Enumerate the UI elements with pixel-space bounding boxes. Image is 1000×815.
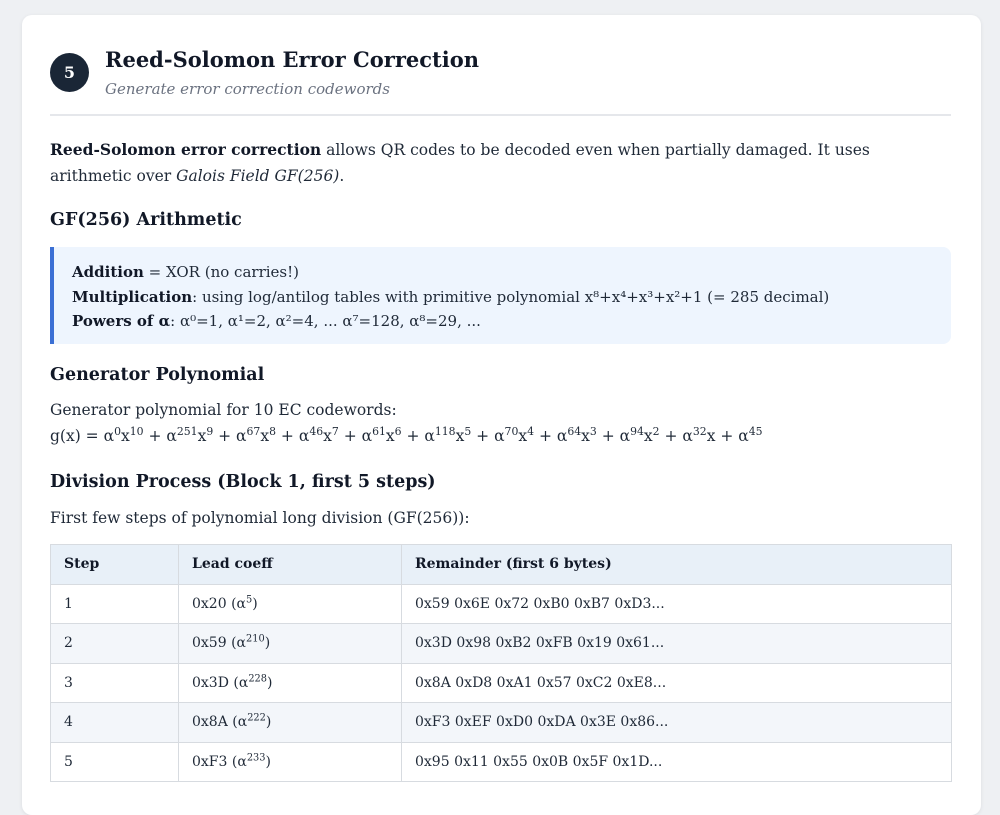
cell-step: 4 (50, 702, 179, 743)
arith-text: : using log/antilog tables with primitiv… (192, 287, 830, 306)
col-header-remainder: Remainder (first 6 bytes) (401, 544, 952, 585)
arith-label: Addition (72, 263, 144, 281)
table-row: 5 0xF3 (α233) 0x95 0x11 0x55 0x0B 0x5F 0x1… (50, 741, 952, 782)
arith-text: = XOR (no carries!) (143, 263, 299, 281)
table-row: 4 0x8A (α222) 0xF3 0xEF 0xD0 0xDA 0x3E 0x8… (50, 702, 952, 743)
arith-line: Addition = XOR (no carries!) (72, 260, 951, 285)
cell-step: 5 (50, 741, 179, 782)
cell-lead: 0x59 (α210) (178, 623, 402, 664)
page-subtitle: Generate error correction codewords (105, 80, 390, 98)
table-row: 1 0x20 (α5) 0x59 0x6E 0x72 0xB0 0xB7 0xD3.… (50, 583, 952, 624)
division-description: First few steps of polynomial long divis… (50, 509, 470, 527)
poly-term: + α46x7 (276, 424, 339, 445)
poly-term: + α70x4 (471, 424, 535, 445)
poly-term: α0x10 (103, 424, 144, 445)
cell-lead: 0x8A (α222) (178, 702, 402, 743)
arith-text: : α⁰=1, α¹=2, α²=4, ... α⁷=128, α⁸=29, .… (170, 312, 481, 330)
division-table: Step Lead coeff Remainder (first 6 bytes… (50, 544, 952, 782)
page-title: Reed-Solomon Error Correction (105, 47, 480, 72)
poly-term: + α64x3 (534, 424, 597, 445)
division-heading: Division Process (Block 1, first 5 steps… (50, 472, 436, 492)
intro-italic: Galois Field GF(256) (176, 167, 340, 185)
poly-term: + α118x5 (401, 424, 472, 445)
arith-line: Powers of α: α⁰=1, α¹=2, α²=4, ... α⁷=12… (72, 309, 951, 334)
step-number-badge: 5 (50, 53, 89, 92)
table-row: 2 0x59 (α210) 0x3D 0x98 0xB2 0xFB 0x19 0x6… (50, 623, 952, 664)
arith-line: Multiplication: using log/antilog tables… (72, 285, 951, 310)
generator-description: Generator polynomial for 10 EC codewords… (50, 401, 397, 419)
poly-term: + α94x2 (596, 424, 660, 445)
arith-label: Powers of α (72, 312, 171, 330)
generator-heading: Generator Polynomial (50, 365, 265, 385)
poly-term: + α67x8 (213, 424, 276, 445)
step-card: 5 Reed-Solomon Error Correction Generate… (22, 15, 981, 815)
arith-callout: Addition = XOR (no carries!) Multiplicat… (50, 247, 951, 344)
table-row: 3 0x3D (α228) 0x8A 0xD8 0xA1 0x57 0xC2 0xE… (50, 662, 952, 703)
table-header-row: Step Lead coeff Remainder (first 6 bytes… (50, 544, 952, 585)
poly-term: + α61x6 (338, 424, 402, 445)
intro-end: . (339, 167, 345, 185)
cell-remainder: 0xF3 0xEF 0xD0 0xDA 0x3E 0x86... (401, 702, 952, 743)
poly-term: + α32x (659, 424, 716, 445)
cell-lead: 0x20 (α5) (178, 583, 402, 624)
arith-label: Multiplication (72, 287, 193, 306)
poly-term: + α251x9 (143, 424, 214, 445)
intro-paragraph: Reed-Solomon error correction allows QR … (50, 137, 955, 189)
cell-step: 1 (50, 583, 179, 624)
generator-polynomial: g(x) = α0x10 + α251x9 + α67x8 + α46x7 + … (50, 424, 763, 445)
poly-term: + α45 (715, 424, 763, 445)
cell-remainder: 0x59 0x6E 0x72 0xB0 0xB7 0xD3... (401, 583, 952, 624)
cell-step: 3 (50, 662, 179, 703)
intro-bold: Reed-Solomon error correction (50, 140, 322, 159)
col-header-step: Step (50, 544, 179, 585)
cell-lead: 0x3D (α228) (178, 662, 402, 703)
cell-step: 2 (50, 623, 179, 664)
step-header: 5 Reed-Solomon Error Correction Generate… (50, 45, 951, 116)
col-header-lead: Lead coeff (178, 544, 402, 585)
cell-lead: 0xF3 (α233) (178, 741, 402, 782)
poly-prefix: g(x) = (50, 427, 104, 445)
arith-heading: GF(256) Arithmetic (50, 210, 242, 230)
cell-remainder: 0x3D 0x98 0xB2 0xFB 0x19 0x61... (401, 623, 952, 664)
cell-remainder: 0x95 0x11 0x55 0x0B 0x5F 0x1D... (401, 741, 952, 782)
cell-remainder: 0x8A 0xD8 0xA1 0x57 0xC2 0xE8... (401, 662, 952, 703)
